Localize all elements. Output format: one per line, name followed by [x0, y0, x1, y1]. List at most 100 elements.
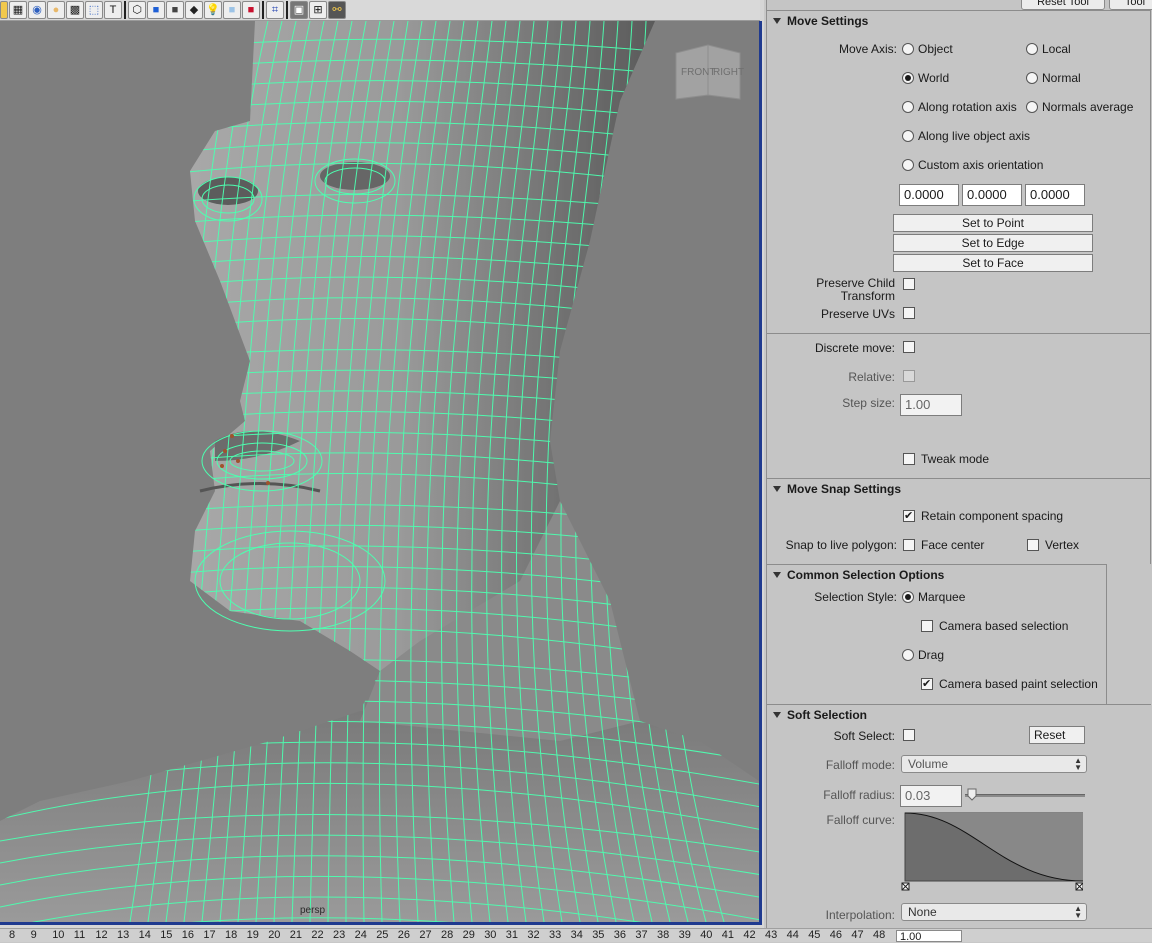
frame-icon[interactable]: ▣	[290, 1, 308, 19]
timeline-tick: 33	[549, 929, 562, 941]
preserve-child-checkbox[interactable]	[903, 278, 915, 290]
timeline-tick: 26	[397, 929, 411, 941]
joint-icon[interactable]: ⚯	[328, 1, 346, 19]
drag-radio[interactable]: Drag	[902, 648, 944, 662]
isolate-icon[interactable]: ⌗	[266, 1, 284, 19]
current-time-field[interactable]: 1.00	[896, 930, 962, 943]
timeline-tick: 34	[570, 929, 583, 941]
toolbar-separator	[262, 1, 264, 19]
preserve-uvs-label: Preserve UVs	[820, 307, 895, 321]
timeline-tick: 48	[873, 929, 886, 941]
select-arrows-icon: ▲ ▼	[1074, 904, 1082, 920]
timeline-tick: 11	[73, 929, 86, 941]
timeline-tick: 27	[419, 929, 432, 941]
step-size-label: Step size:	[842, 396, 895, 410]
select-icon[interactable]: ▦	[9, 1, 27, 19]
axis-x-field[interactable]: 0.0000	[899, 184, 959, 206]
move-settings-header[interactable]: Move Settings	[773, 14, 868, 28]
light-bulb-icon[interactable]: 💡	[204, 1, 222, 19]
soft-select-checkbox[interactable]	[903, 729, 915, 741]
axis-y-field[interactable]: 0.0000	[962, 184, 1022, 206]
timeline-tick: 41	[721, 929, 735, 941]
move-snap-header[interactable]: Move Snap Settings	[773, 482, 901, 496]
falloff-mode-label: Falloff mode:	[825, 758, 895, 772]
set-to-point-button[interactable]: Set to Point	[893, 214, 1093, 232]
timeline-tick: 25	[376, 929, 389, 941]
soft-select-label: Soft Select:	[833, 729, 895, 743]
interpolation-label: Interpolation:	[825, 908, 895, 922]
set-to-edge-button[interactable]: Set to Edge	[893, 234, 1093, 252]
timeline-tick: 30	[484, 929, 497, 941]
axis-custom-orientation-radio[interactable]: Custom axis orientation	[902, 158, 1043, 172]
snap-grid-icon[interactable]	[0, 1, 8, 19]
falloff-radius-slider	[965, 794, 1085, 797]
move-snap-section: Move Snap Settings Retain component spac…	[767, 478, 1151, 564]
grid-icon[interactable]: ▩	[66, 1, 84, 19]
camera-based-selection-checkbox[interactable]: Camera based selection	[921, 619, 1068, 633]
axis-live-object-radio[interactable]: Along live object axis	[902, 129, 1030, 143]
red-cube-icon[interactable]: ■	[242, 1, 260, 19]
discrete-move-checkbox[interactable]	[903, 341, 915, 353]
axis-local-radio[interactable]: Local	[1026, 42, 1071, 56]
reset-tool-button[interactable]: Reset Tool	[1021, 0, 1105, 10]
relative-checkbox	[903, 370, 915, 382]
step-size-field: 1.00	[900, 394, 962, 416]
smooth-cube-icon[interactable]: ■	[166, 1, 184, 19]
toolbar-separator	[124, 1, 126, 19]
timeline-tick: 28	[441, 929, 454, 941]
camera-based-paint-checkbox[interactable]: Camera based paint selection	[921, 677, 1098, 691]
timeline-tick: 43	[765, 929, 778, 941]
timeline-tick: 13	[117, 929, 130, 941]
tool-help-button[interactable]: Tool	[1109, 0, 1152, 10]
axis-normal-radio[interactable]: Normal	[1026, 71, 1081, 85]
timeline-tick: 40	[700, 929, 713, 941]
axis-object-radio[interactable]: Object	[902, 42, 953, 56]
text-icon[interactable]: T	[104, 1, 122, 19]
soft-selection-header[interactable]: Soft Selection	[773, 708, 867, 722]
view-cube: FRONT RIGHT	[675, 44, 744, 100]
timeline-ruler[interactable]: 8 9 10 11 12 13 14 15 16 17 18 19 20 21 22 23 24 25 26 27 28…	[0, 928, 1152, 942]
set-to-face-button[interactable]: Set to Face	[893, 254, 1093, 272]
timeline-tick: 18	[225, 929, 238, 941]
timeline-tick: 22	[311, 929, 324, 941]
relative-label: Relative:	[848, 370, 895, 384]
tweak-mode-checkbox[interactable]: Tweak mode	[903, 452, 989, 466]
move-settings-section: Move Settings Move Axis: Object Local Wo…	[767, 10, 1151, 333]
wireframe-cube-icon[interactable]: ⬡	[128, 1, 146, 19]
marquee-radio[interactable]: Marquee	[902, 590, 965, 604]
svg-text:RIGHT: RIGHT	[713, 67, 744, 78]
axis-world-radio[interactable]: World	[902, 71, 949, 85]
axis-along-rotation-radio[interactable]: Along rotation axis	[902, 100, 1017, 114]
timeline-tick: 39	[678, 929, 691, 941]
interpolation-select: None ▲ ▼	[901, 903, 1087, 921]
timeline-tick: 32	[527, 929, 540, 941]
film-gate-icon[interactable]: ⊞	[309, 1, 327, 19]
common-selection-header[interactable]: Common Selection Options	[773, 568, 944, 582]
texture-cube-icon[interactable]: ◆	[185, 1, 203, 19]
retain-spacing-checkbox[interactable]: Retain component spacing	[903, 509, 1063, 523]
axis-normals-average-radio[interactable]: Normals average	[1026, 100, 1133, 114]
tool-settings-panel: Reset Tool Tool Move Settings Move Axis:…	[766, 0, 1152, 928]
timeline-tick: 21	[289, 929, 303, 941]
mesh-render: FRONT RIGHT	[0, 21, 759, 922]
vertex-checkbox[interactable]: Vertex	[1027, 538, 1079, 552]
face-center-checkbox[interactable]: Face center	[903, 538, 984, 552]
shaded-cube-icon[interactable]: ■	[147, 1, 165, 19]
svg-text:FRONT: FRONT	[681, 67, 715, 78]
timeline-tick: 16	[181, 929, 195, 941]
preserve-uvs-checkbox[interactable]	[903, 307, 915, 319]
perspective-viewport[interactable]: FRONT RIGHT	[0, 21, 762, 925]
falloff-radius-field: 0.03	[900, 785, 962, 807]
camera-label: persp	[300, 905, 326, 916]
timeline-tick: 10	[52, 929, 65, 941]
timeline-tick: 12	[95, 929, 108, 941]
common-selection-section: Common Selection Options Selection Style…	[767, 564, 1107, 704]
timeline-tick: 8	[9, 929, 16, 941]
uv-icon[interactable]: ⬚	[85, 1, 103, 19]
camera-icon[interactable]: ◉	[28, 1, 46, 19]
axis-z-field[interactable]: 0.0000	[1025, 184, 1085, 206]
light-icon[interactable]: ●	[47, 1, 65, 19]
xray-icon[interactable]: ■	[223, 1, 241, 19]
discrete-move-label: Discrete move:	[814, 341, 895, 355]
soft-select-reset-button[interactable]: Reset	[1029, 726, 1085, 744]
